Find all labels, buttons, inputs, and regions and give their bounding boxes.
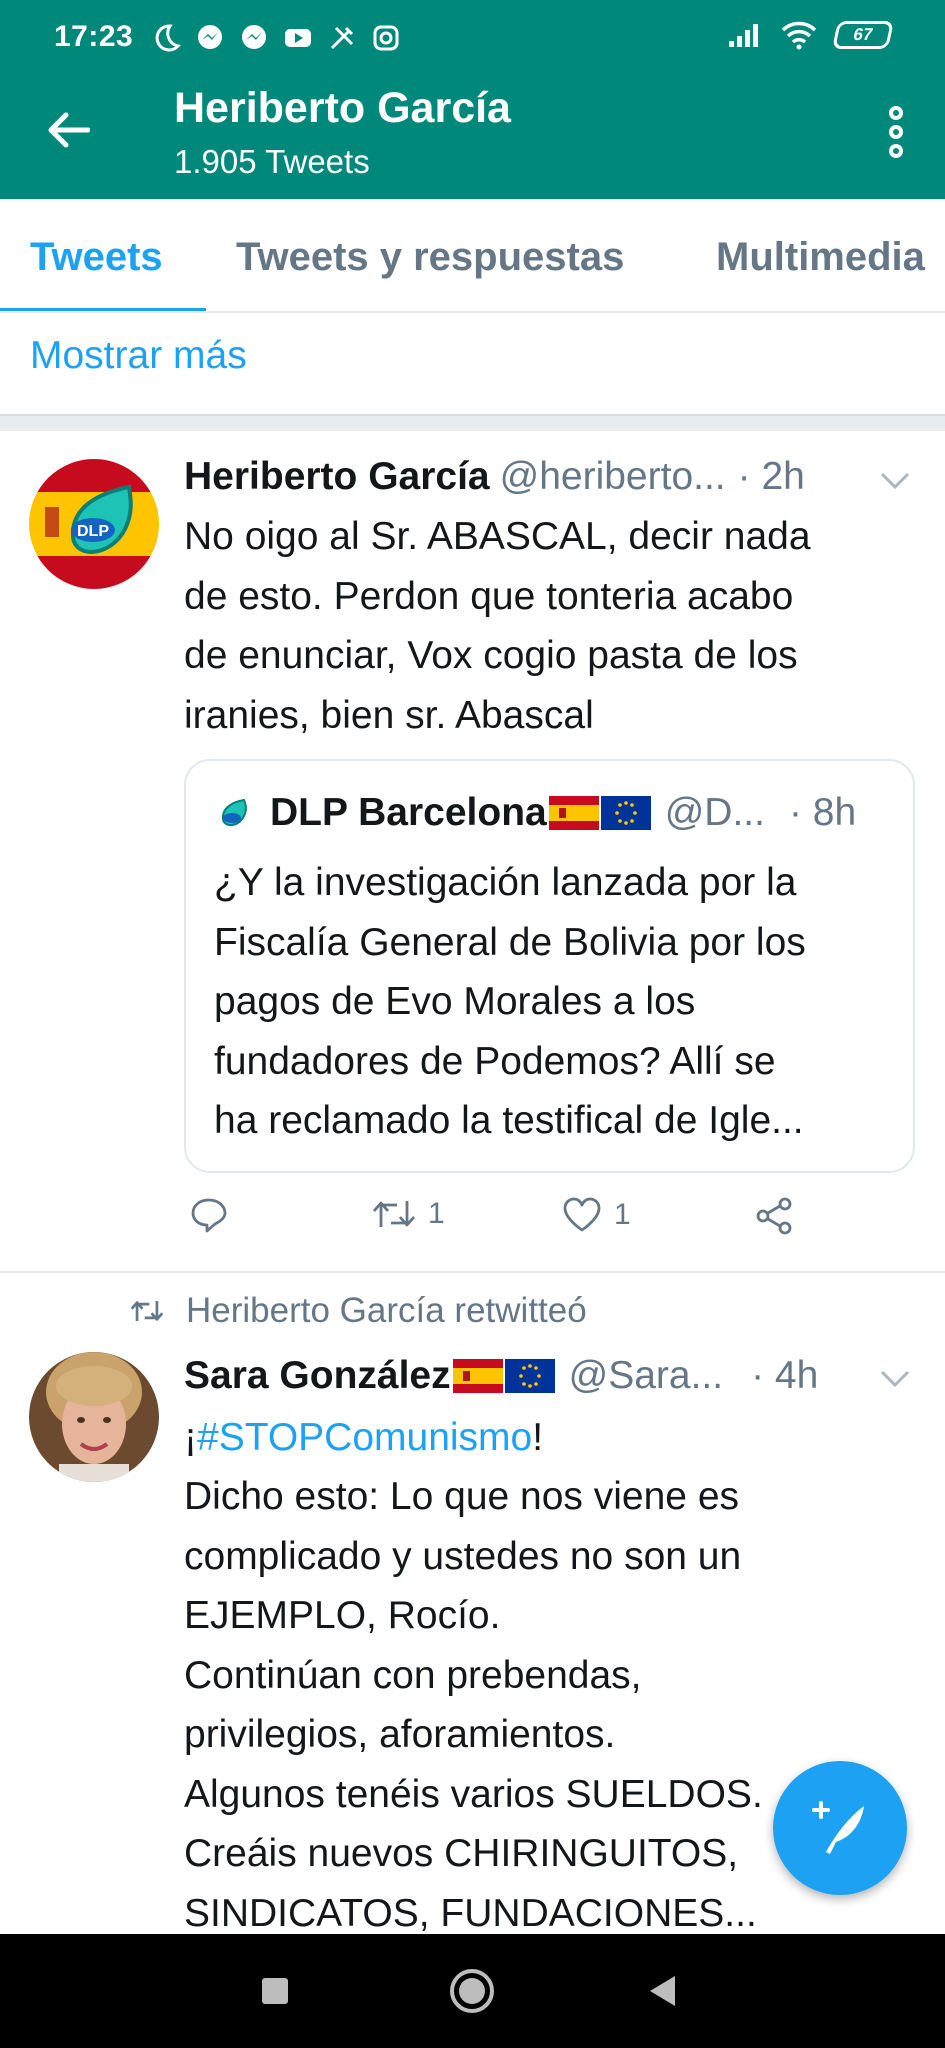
- like-count: 1: [614, 1198, 631, 1231]
- tweet-author-name[interactable]: Sara González: [184, 1354, 451, 1398]
- tweet-hashtag-line: ¡#STOPComunismo!: [184, 1408, 904, 1468]
- retweeted-by-text: Heriberto García retwitteó: [186, 1291, 587, 1330]
- circle-icon: [450, 1969, 494, 2013]
- exclamation-open: ¡: [184, 1416, 197, 1459]
- triangle-back-icon: [650, 1976, 675, 2006]
- recents-button[interactable]: [235, 1934, 315, 2048]
- chevron-down-icon[interactable]: [879, 470, 911, 492]
- signal-icon: [729, 24, 758, 47]
- hashtag-link[interactable]: #STOPComunismo: [197, 1416, 532, 1459]
- tweet-divider: [0, 1271, 945, 1273]
- tweet-actions: 1 1: [184, 1197, 824, 1247]
- spain-flag-icon: [452, 1359, 503, 1393]
- retweet-count: 1: [428, 1197, 445, 1230]
- retweet-button[interactable]: 1: [372, 1197, 445, 1231]
- eu-flag-icon: [504, 1359, 555, 1393]
- profile-photo: [29, 1352, 159, 1482]
- status-right: 67: [727, 20, 894, 50]
- home-button[interactable]: [432, 1934, 512, 2048]
- youtube-icon: [285, 29, 311, 47]
- quoted-tweet-text: ¿Y la investigación lanzada por la Fisca…: [214, 861, 806, 1142]
- battery-level: 67: [851, 25, 875, 44]
- reply-button[interactable]: [190, 1197, 228, 1233]
- quoted-tweet[interactable]: DLP Barcelona @D... · 8h ¿Y la investiga…: [184, 759, 915, 1173]
- svg-text:DLP: DLP: [77, 523, 109, 540]
- tweet-time: · 4h: [751, 1354, 819, 1397]
- app-header: 17:23 67 Heriberto García 1.905 Tweets: [0, 0, 945, 199]
- avatar[interactable]: [29, 1352, 159, 1482]
- square-icon: [262, 1978, 288, 2004]
- like-button[interactable]: 1: [562, 1197, 631, 1233]
- status-bar: 17:23 67: [0, 0, 945, 76]
- messenger-icon: [242, 25, 266, 49]
- instagram-icon: [373, 25, 399, 51]
- share-icon: [756, 1197, 792, 1235]
- compose-tweet-button[interactable]: [773, 1761, 907, 1895]
- tweet-author-name[interactable]: Heriberto García: [184, 455, 490, 499]
- quoted-tweet-header: DLP Barcelona @D... · 8h: [214, 791, 856, 835]
- eu-flag-icon: [600, 796, 651, 830]
- back-nav-button[interactable]: [622, 1934, 702, 2048]
- moon-icon: [155, 24, 181, 52]
- arrow-left-icon: [48, 112, 90, 148]
- active-tab-indicator: [0, 308, 206, 311]
- exclamation-close: !: [532, 1416, 544, 1459]
- dlp-logo-avatar: DLP: [29, 459, 159, 589]
- section-separator: [0, 414, 945, 431]
- back-button[interactable]: [42, 104, 94, 156]
- tweet-author-handle[interactable]: @heriberto...: [500, 455, 726, 499]
- tweet-header: Sara González @Sara... · 4h: [184, 1354, 818, 1398]
- tweet-time: · 2h: [737, 455, 805, 498]
- retweet-icon: [372, 1201, 416, 1227]
- profile-tabs: Tweets Tweets y respuestas Multimedia: [0, 199, 945, 313]
- tweet-header: Heriberto García @heriberto... · 2h: [184, 455, 805, 499]
- wifi-icon: [781, 21, 817, 50]
- quoted-author-handle: @D...: [664, 791, 765, 834]
- retweet-icon: [130, 1301, 164, 1321]
- tools-icon: [330, 26, 354, 50]
- battery-icon: 67: [832, 21, 894, 49]
- tab-tweets[interactable]: Tweets: [30, 235, 163, 280]
- messenger-icon: [198, 25, 222, 49]
- avatar[interactable]: DLP: [29, 459, 159, 589]
- system-nav-bar: [0, 1934, 945, 2048]
- quoted-author-name: DLP Barcelona: [270, 791, 547, 834]
- chevron-down-icon[interactable]: [879, 1368, 911, 1390]
- tab-tweets-and-replies[interactable]: Tweets y respuestas: [236, 235, 624, 280]
- tweet-count: 1.905 Tweets: [174, 143, 370, 180]
- quoted-tweet-time: · 8h: [788, 791, 857, 834]
- status-time: 17:23: [54, 20, 134, 53]
- notification-icons: [150, 18, 402, 58]
- tweet-text: No oigo al Sr. ABASCAL, decir nada de es…: [184, 515, 811, 737]
- dlp-logo-icon: [221, 798, 247, 826]
- reply-icon: [191, 1198, 227, 1233]
- profile-name: Heriberto García: [174, 84, 511, 132]
- show-more-link[interactable]: Mostrar más: [30, 334, 247, 378]
- retweet-label[interactable]: Heriberto García retwitteó: [130, 1291, 587, 1331]
- share-button[interactable]: [754, 1197, 794, 1235]
- tab-media[interactable]: Multimedia: [716, 235, 925, 280]
- spain-flag-icon: [548, 796, 599, 830]
- tweet-author-handle[interactable]: @Sara...: [569, 1354, 723, 1398]
- heart-icon: [563, 1197, 601, 1232]
- more-options-icon[interactable]: [881, 106, 911, 158]
- compose-feather-icon: [812, 1801, 864, 1854]
